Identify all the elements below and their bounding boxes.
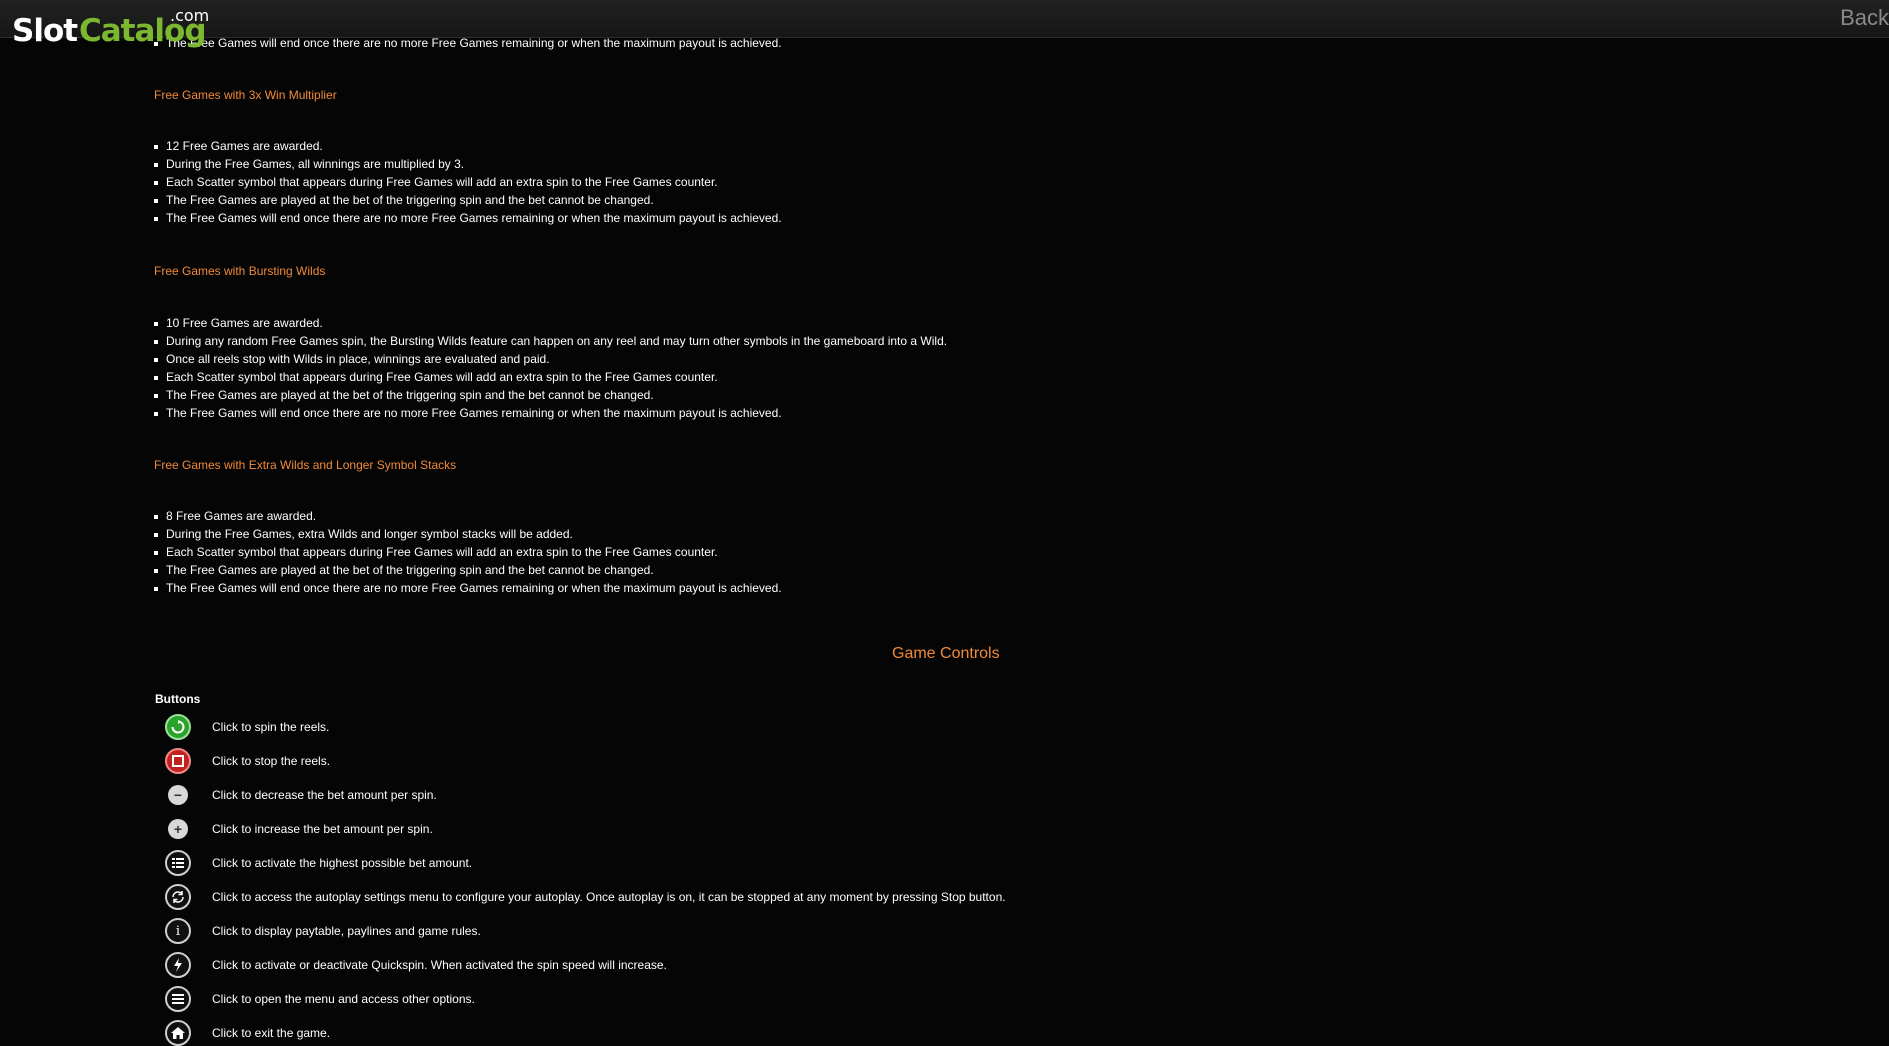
back-button[interactable]: Back <box>1840 5 1889 31</box>
list-item: The Free Games will end once there are n… <box>154 211 782 225</box>
list-item: The Free Games are played at the bet of … <box>154 563 654 577</box>
stop-description: Click to stop the reels. <box>212 754 331 768</box>
info-description: Click to display paytable, paylines and … <box>212 924 481 938</box>
list-item: During the Free Games, extra Wilds and l… <box>154 527 573 541</box>
info-icon: i <box>165 918 191 944</box>
section-heading-extra-wilds: Free Games with Extra Wilds and Longer S… <box>154 458 457 472</box>
max-bet-icon <box>165 850 191 876</box>
home-icon <box>165 1020 191 1046</box>
stop-icon <box>165 748 191 774</box>
quickspin-description: Click to activate or deactivate Quickspi… <box>212 958 667 972</box>
exit-description: Click to exit the game. <box>212 1026 331 1040</box>
logo-dotcom-text: .com <box>170 6 210 25</box>
spin-description: Click to spin the reels. <box>212 720 330 734</box>
list-item: The Free Games will end once there are n… <box>154 581 782 595</box>
buttons-label: Buttons <box>155 692 201 706</box>
site-header: Slot Catalog .com Back <box>0 0 1889 47</box>
list-item: During the Free Games, all winnings are … <box>153 157 465 171</box>
list-item: Each Scatter symbol that appears during … <box>154 370 718 384</box>
section-heading-bursting-wilds: Free Games with Bursting Wilds <box>154 264 326 278</box>
list-item: Each Scatter symbol that appears during … <box>154 175 718 189</box>
rules-content: The Free Games will end once there are n… <box>0 0 1889 1046</box>
game-controls-heading: Game Controls <box>892 645 1000 662</box>
list-item: The Free Games will end once there are n… <box>154 406 782 420</box>
menu-icon <box>165 986 191 1012</box>
list-item: The Free Games are played at the bet of … <box>154 388 654 402</box>
minus-icon: − <box>168 785 188 805</box>
section-heading-3x-multiplier: Free Games with 3x Win Multiplier <box>154 88 337 102</box>
max-bet-description: Click to activate the highest possible b… <box>212 856 473 870</box>
list-item: During any random Free Games spin, the B… <box>153 334 948 348</box>
quickspin-icon <box>165 952 191 978</box>
list-item: 10 Free Games are awarded. <box>154 316 323 330</box>
spin-icon <box>165 714 191 740</box>
decrease-bet-description: Click to decrease the bet amount per spi… <box>212 788 437 802</box>
list-item: Once all reels stop with Wilds in place,… <box>154 352 550 366</box>
list-item: 8 Free Games are awarded. <box>153 509 317 523</box>
logo-slot-text: Slot <box>12 13 78 49</box>
list-item: 12 Free Games are awarded. <box>154 139 323 153</box>
list-item: The Free Games will end once there are n… <box>154 36 782 50</box>
plus-icon: + <box>168 819 188 839</box>
list-item: Each Scatter symbol that appears during … <box>154 545 718 559</box>
increase-bet-description: Click to increase the bet amount per spi… <box>212 822 433 836</box>
autoplay-description: Click to access the autoplay settings me… <box>212 890 1006 904</box>
list-item: The Free Games are played at the bet of … <box>154 193 654 207</box>
autoplay-icon <box>165 884 191 910</box>
menu-description: Click to open the menu and access other … <box>212 992 475 1006</box>
